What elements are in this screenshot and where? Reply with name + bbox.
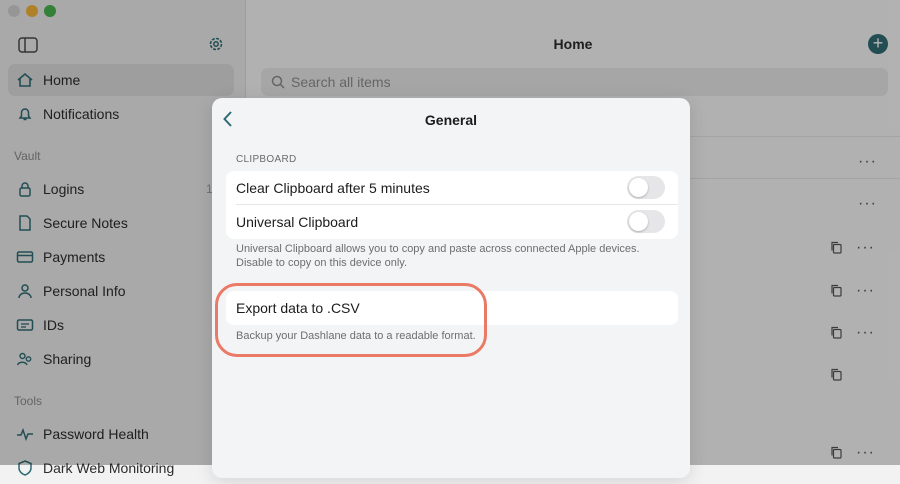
universal-clipboard-toggle[interactable] <box>627 210 665 233</box>
universal-clipboard-row: Universal Clipboard <box>226 205 678 239</box>
clear-clipboard-toggle[interactable] <box>627 176 665 199</box>
universal-clipboard-label: Universal Clipboard <box>236 214 359 230</box>
clear-clipboard-label: Clear Clipboard after 5 minutes <box>236 180 430 196</box>
clipboard-settings-group: Clear Clipboard after 5 minutes Universa… <box>226 171 678 239</box>
sheet-title: General <box>424 112 478 128</box>
clear-clipboard-row: Clear Clipboard after 5 minutes <box>226 171 678 205</box>
highlight-outline <box>215 283 487 357</box>
universal-clipboard-footnote: Universal Clipboard allows you to copy a… <box>236 243 640 269</box>
clipboard-section-heading: CLIPBOARD <box>236 154 297 165</box>
